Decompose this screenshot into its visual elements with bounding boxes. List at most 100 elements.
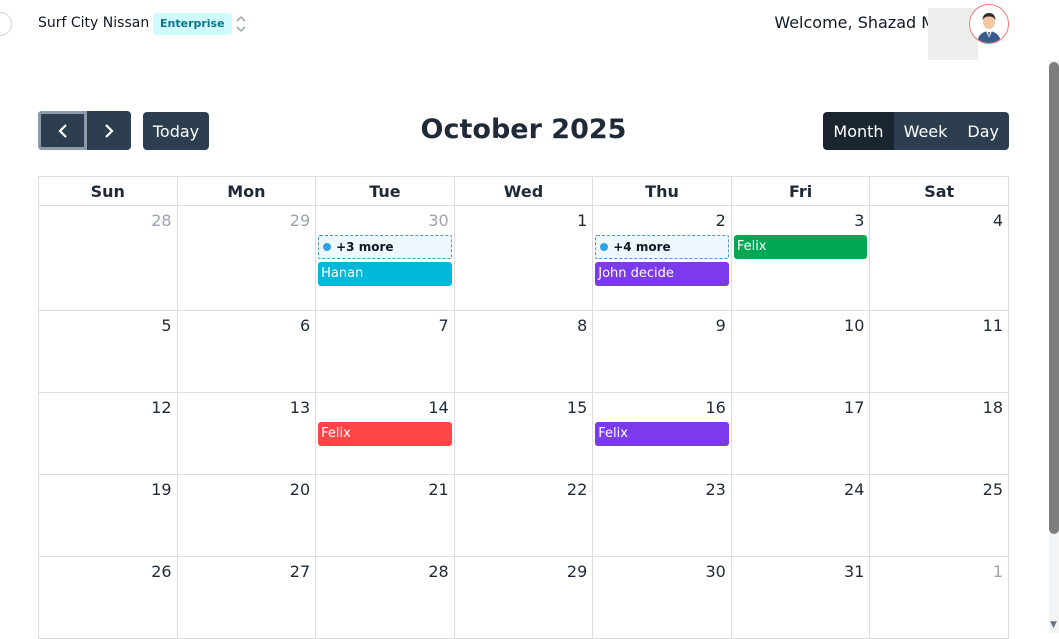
scroll-down-icon[interactable]: ▼ [1050, 620, 1057, 630]
user-avatar[interactable] [969, 4, 1009, 44]
day-cell[interactable]: 1 [869, 556, 1009, 639]
day-cell[interactable]: 25 [869, 474, 1009, 557]
day-cell[interactable]: 6 [176, 310, 317, 393]
day-cell[interactable]: 19 [38, 474, 178, 557]
day-number[interactable]: 8 [455, 311, 593, 338]
day-cell[interactable]: 10 [730, 310, 871, 393]
day-number[interactable]: 10 [732, 311, 870, 338]
day-cell[interactable]: 23 [592, 474, 732, 557]
day-number[interactable]: 12 [39, 393, 177, 420]
chevron-left-icon [57, 123, 67, 138]
weekday-header-row: Sun Mon Tue Wed Thu Fri Sat [38, 176, 1009, 206]
day-cell[interactable]: 26 [38, 556, 178, 639]
day-number[interactable]: 11 [870, 311, 1008, 338]
day-number[interactable]: 14 [316, 393, 454, 420]
day-number[interactable]: 13 [178, 393, 316, 420]
day-number[interactable]: 15 [455, 393, 593, 420]
sidebar-toggle[interactable] [0, 12, 12, 36]
day-number[interactable]: 7 [316, 311, 454, 338]
day-cell[interactable]: 5 [38, 310, 178, 393]
day-cell[interactable]: 2 +4 more John decide [592, 205, 732, 311]
view-month-button[interactable]: Month [823, 112, 894, 150]
prev-month-button[interactable] [38, 111, 87, 150]
calendar-event[interactable]: Felix [733, 235, 868, 259]
more-events-link[interactable]: +3 more [318, 235, 452, 259]
view-week-button[interactable]: Week [893, 112, 958, 150]
day-number[interactable]: 25 [870, 475, 1008, 502]
day-number[interactable]: 3 [732, 206, 870, 233]
day-cell[interactable]: 29 [453, 556, 594, 639]
scrollbar-thumb[interactable] [1049, 62, 1059, 534]
day-cell[interactable]: 8 [453, 310, 594, 393]
day-number[interactable]: 28 [316, 557, 454, 584]
day-number[interactable]: 28 [39, 206, 177, 233]
day-events [178, 338, 316, 340]
day-cell[interactable]: 20 [176, 474, 317, 557]
day-cell[interactable]: 29 [176, 205, 317, 311]
day-events [39, 233, 177, 235]
day-cell[interactable]: 17 [730, 392, 871, 475]
calendar-event[interactable]: John decide [595, 262, 729, 286]
day-number[interactable]: 6 [178, 311, 316, 338]
day-events [870, 502, 1008, 504]
day-events [39, 338, 177, 340]
day-events [455, 338, 593, 340]
day-cell[interactable]: 22 [453, 474, 594, 557]
day-number[interactable]: 2 [593, 206, 731, 233]
day-number[interactable]: 19 [39, 475, 177, 502]
day-number[interactable]: 1 [870, 557, 1008, 584]
day-cell[interactable]: 14 Felix [315, 392, 455, 475]
day-events [870, 584, 1008, 586]
day-number[interactable]: 16 [593, 393, 731, 420]
day-number[interactable]: 27 [178, 557, 316, 584]
week-row: 5 6 7 8 9 10 11 [38, 310, 1009, 393]
calendar-event[interactable]: Felix [318, 422, 452, 446]
day-cell[interactable]: 24 [730, 474, 871, 557]
day-number[interactable]: 31 [732, 557, 870, 584]
nav-button-group [38, 111, 131, 150]
day-number[interactable]: 17 [732, 393, 870, 420]
day-cell[interactable]: 7 [315, 310, 455, 393]
day-cell[interactable]: 21 [315, 474, 455, 557]
day-number[interactable]: 18 [870, 393, 1008, 420]
day-cell[interactable]: 13 [176, 392, 317, 475]
day-cell[interactable]: 31 [730, 556, 871, 639]
day-number[interactable]: 1 [455, 206, 593, 233]
day-cell[interactable]: 4 [869, 205, 1009, 311]
day-number[interactable]: 22 [455, 475, 593, 502]
day-number[interactable]: 29 [178, 206, 316, 233]
day-cell[interactable]: 12 [38, 392, 178, 475]
day-cell[interactable]: 30 +3 more Hanan [315, 205, 455, 311]
day-number[interactable]: 23 [593, 475, 731, 502]
calendar-event[interactable]: Felix [595, 422, 729, 446]
more-events-link[interactable]: +4 more [595, 235, 729, 259]
day-number[interactable]: 24 [732, 475, 870, 502]
day-number[interactable]: 21 [316, 475, 454, 502]
day-cell[interactable]: 16 Felix [592, 392, 732, 475]
day-number[interactable]: 4 [870, 206, 1008, 233]
weekday-header: Wed [453, 176, 594, 206]
day-number[interactable]: 20 [178, 475, 316, 502]
day-cell[interactable]: 18 [869, 392, 1009, 475]
today-button[interactable]: Today [143, 112, 209, 150]
day-cell[interactable]: 3 Felix [730, 205, 871, 311]
day-number[interactable]: 29 [455, 557, 593, 584]
day-cell[interactable]: 1 [453, 205, 594, 311]
calendar-toolbar: Today October 2025 Month Week Day [38, 111, 1009, 151]
day-cell[interactable]: 27 [176, 556, 317, 639]
day-number[interactable]: 5 [39, 311, 177, 338]
day-cell[interactable]: 30 [592, 556, 732, 639]
day-cell[interactable]: 11 [869, 310, 1009, 393]
day-cell[interactable]: 28 [38, 205, 178, 311]
day-number[interactable]: 30 [316, 206, 454, 233]
calendar-event[interactable]: Hanan [318, 262, 452, 286]
day-cell[interactable]: 28 [315, 556, 455, 639]
day-cell[interactable]: 15 [453, 392, 594, 475]
day-number[interactable]: 26 [39, 557, 177, 584]
day-number[interactable]: 9 [593, 311, 731, 338]
chevron-updown-icon[interactable] [234, 14, 248, 34]
next-month-button[interactable] [87, 111, 131, 150]
day-number[interactable]: 30 [593, 557, 731, 584]
day-cell[interactable]: 9 [592, 310, 732, 393]
view-day-button[interactable]: Day [957, 112, 1009, 150]
